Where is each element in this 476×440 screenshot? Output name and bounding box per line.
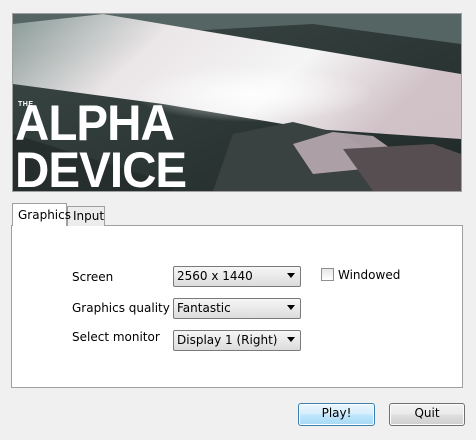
graphics-quality-select[interactable]: Fantastic (173, 298, 301, 319)
monitor-select[interactable]: Display 1 (Right) (173, 330, 301, 351)
windowed-checkbox[interactable] (321, 268, 334, 281)
play-button[interactable]: Play! (298, 403, 375, 426)
quit-button[interactable]: Quit (389, 403, 465, 426)
tab-graphics[interactable]: Graphics (12, 203, 71, 226)
graphics-quality-value: Fantastic (177, 301, 231, 315)
chevron-down-icon (287, 305, 295, 310)
graphics-quality-label: Graphics quality (72, 301, 170, 315)
launcher-window: THE ALPHA DEVICE Graphics Input Screen 2… (0, 0, 476, 440)
banner-title-device: DEVICE (15, 142, 187, 192)
windowed-label[interactable]: Windowed (338, 268, 400, 282)
tab-input[interactable]: Input (67, 206, 105, 226)
select-monitor-label: Select monitor (72, 330, 160, 344)
game-banner: THE ALPHA DEVICE (12, 13, 462, 192)
screen-resolution-value: 2560 x 1440 (177, 269, 253, 283)
monitor-value: Display 1 (Right) (177, 333, 278, 347)
screen-label: Screen (72, 270, 114, 284)
banner-title-alpha: ALPHA (15, 95, 175, 151)
chevron-down-icon (287, 337, 295, 342)
chevron-down-icon (287, 273, 295, 278)
screen-resolution-select[interactable]: 2560 x 1440 (173, 266, 301, 287)
